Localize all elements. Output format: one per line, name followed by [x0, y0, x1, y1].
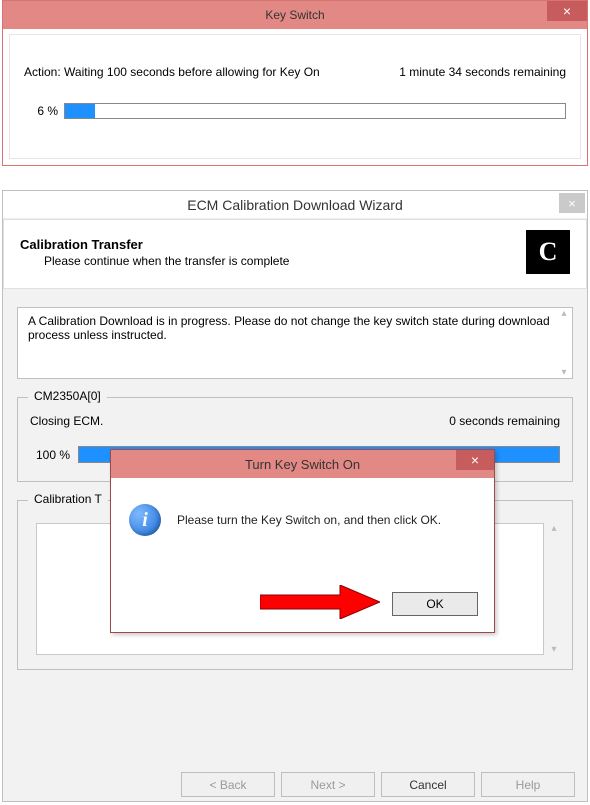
ecm-banner: Calibration Transfer Please continue whe…: [3, 219, 587, 289]
key-switch-progress-bar: [64, 103, 566, 119]
dialog-close-button[interactable]: ×: [456, 450, 494, 470]
scroll-down-icon: ▾: [561, 367, 566, 378]
close-icon: ×: [568, 196, 576, 211]
key-switch-window: Key Switch × Action: Waiting 100 seconds…: [2, 0, 588, 166]
ecm-banner-heading: Calibration Transfer: [20, 237, 289, 252]
ecm-titlebar[interactable]: ECM Calibration Download Wizard ×: [3, 191, 587, 219]
wizard-button-row: < Back Next > Cancel Help: [3, 772, 587, 797]
cancel-button[interactable]: Cancel: [381, 772, 475, 797]
device-status-text: Closing ECM.: [30, 414, 103, 428]
help-button[interactable]: Help: [481, 772, 575, 797]
ecm-title: ECM Calibration Download Wizard: [187, 197, 403, 213]
close-icon: ×: [471, 452, 479, 468]
key-switch-body: Action: Waiting 100 seconds before allow…: [9, 34, 581, 159]
scroll-up-icon: ▴: [561, 308, 566, 319]
info-icon: i: [129, 504, 161, 536]
dialog-title: Turn Key Switch On: [245, 457, 360, 472]
key-switch-progress-percent: 6 %: [24, 104, 64, 118]
dialog-titlebar[interactable]: Turn Key Switch On ×: [111, 450, 494, 478]
device-progress-percent: 100 %: [30, 448, 78, 462]
dialog-body: i Please turn the Key Switch on, and the…: [111, 478, 494, 632]
ok-button[interactable]: OK: [392, 592, 478, 616]
ecm-info-scrollbar[interactable]: ▴ ▾: [556, 308, 572, 378]
cummins-logo-letter: C: [539, 237, 558, 267]
key-switch-title: Key Switch: [265, 8, 324, 22]
ecm-info-message: A Calibration Download is in progress. P…: [28, 314, 550, 342]
key-switch-titlebar[interactable]: Key Switch ×: [3, 1, 587, 29]
turn-key-switch-dialog: Turn Key Switch On × i Please turn the K…: [110, 449, 495, 633]
key-switch-remaining-text: 1 minute 34 seconds remaining: [399, 65, 566, 79]
device-remaining-text: 0 seconds remaining: [449, 414, 560, 428]
calibration-transfer-scrollbar[interactable]: ▴ ▾: [546, 523, 562, 655]
back-button[interactable]: < Back: [181, 772, 275, 797]
ecm-close-button[interactable]: ×: [559, 193, 585, 213]
key-switch-action-text: Action: Waiting 100 seconds before allow…: [24, 65, 320, 79]
key-switch-progress-fill: [65, 104, 95, 118]
ecm-banner-sub: Please continue when the transfer is com…: [44, 254, 289, 268]
scroll-down-icon: ▾: [551, 644, 556, 655]
dialog-message: Please turn the Key Switch on, and then …: [177, 513, 441, 527]
calibration-transfer-label: Calibration T: [28, 492, 108, 506]
device-group-label: CM2350A[0]: [28, 389, 107, 403]
key-switch-close-button[interactable]: ×: [547, 1, 587, 21]
scroll-up-icon: ▴: [551, 523, 556, 534]
cummins-logo: C: [526, 230, 570, 274]
next-button[interactable]: Next >: [281, 772, 375, 797]
ecm-info-message-box: A Calibration Download is in progress. P…: [17, 307, 573, 379]
close-icon: ×: [563, 3, 571, 19]
